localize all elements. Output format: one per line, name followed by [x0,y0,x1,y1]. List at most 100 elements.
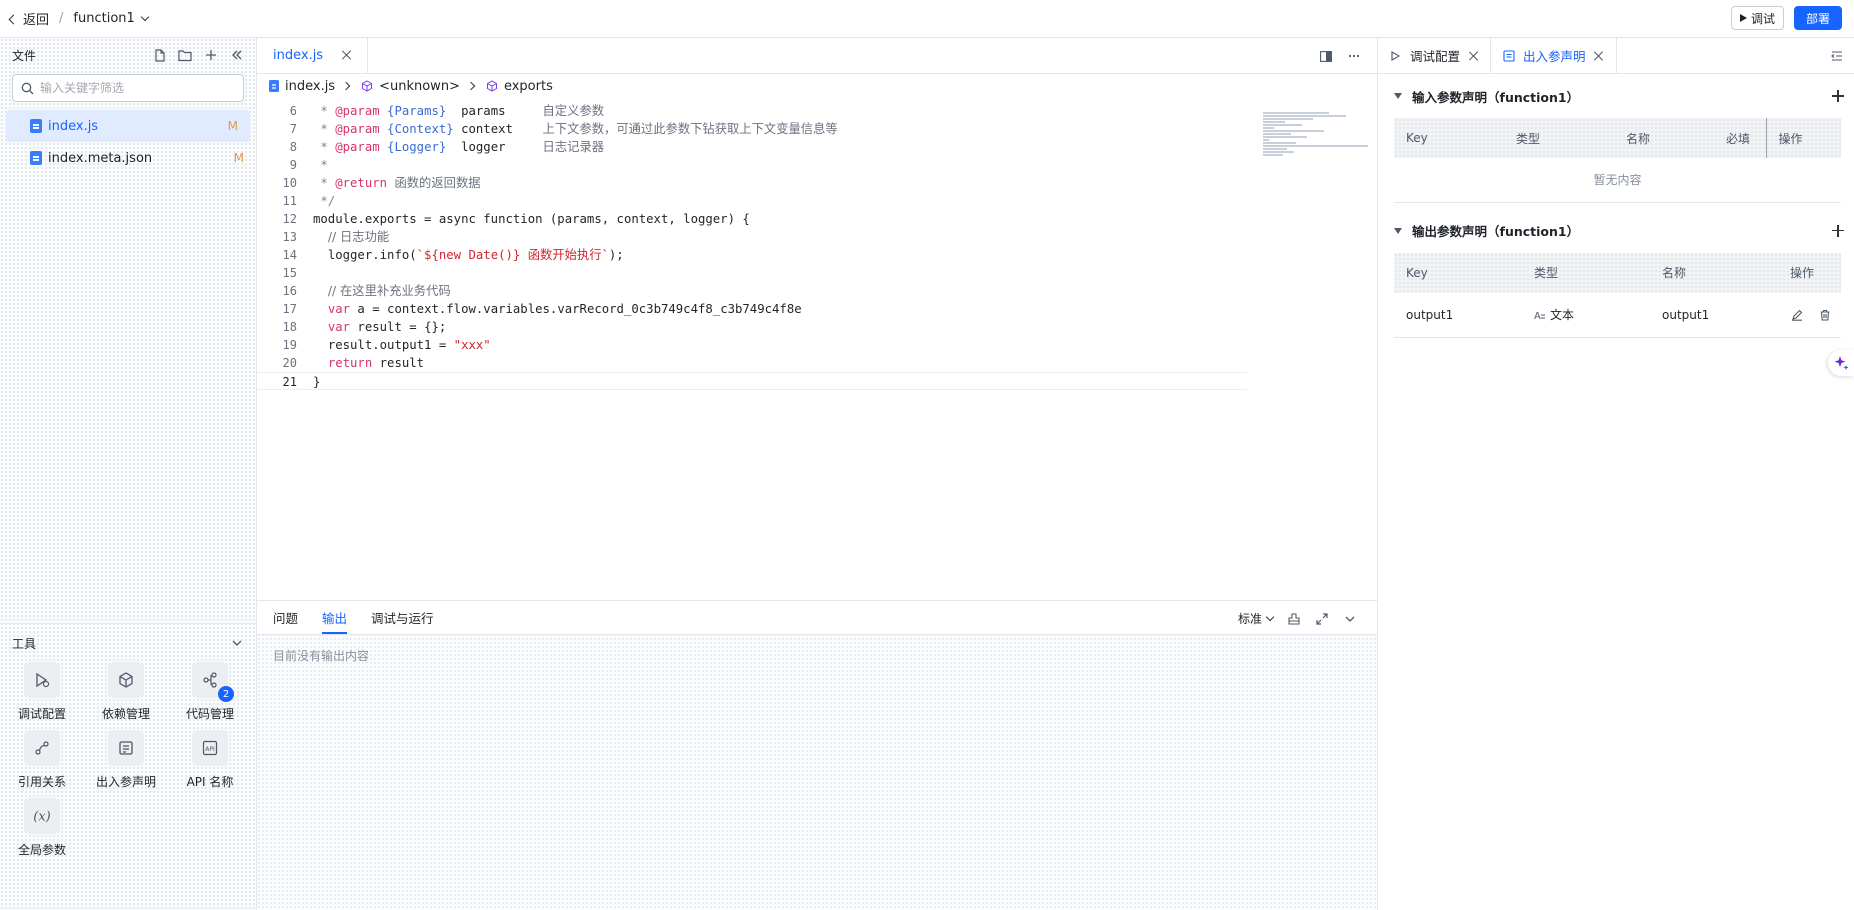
code-line-current: 21} [257,372,1247,390]
close-icon[interactable] [341,50,351,60]
chevron-down-icon[interactable] [230,636,244,650]
file-item-index-meta-json[interactable]: index.meta.json M [0,142,256,174]
output-params-section: 输出参数声明（function1） Key 类型 名称 操作 output1 A [1378,209,1854,338]
code-line: 14 logger.info(`${new Date()} 函数开始执行`); [282,248,624,262]
js-file-icon [269,80,279,92]
collapse-sidebar-icon[interactable] [230,48,244,62]
tool-api-name[interactable]: API API 名称 [168,730,252,790]
tool-label: 调试配置 [17,707,66,721]
split-editor-icon[interactable] [1319,49,1333,63]
package-icon [119,672,133,688]
tool-dependency-management[interactable]: 依赖管理 [84,662,168,722]
debug-button[interactable]: 调试 [1730,6,1784,30]
clear-output-icon[interactable] [1287,612,1301,626]
function-name: function1 [73,11,135,26]
api-icon: API [202,740,218,756]
output-params-title: 输出参数声明（function1） [1412,224,1580,239]
reference-icon [35,741,49,755]
sidebar-title: 文件 [12,48,37,63]
collapse-panel-icon[interactable] [1830,49,1844,63]
chevron-down-icon [1265,612,1275,622]
add-output-param-button[interactable] [1832,224,1844,237]
right-panel: 调试配置 出入参声明 输入参数声明（function1） Key 类型 名称 必… [1377,38,1854,910]
json-file-icon [30,151,42,165]
code-minimap[interactable] [1263,112,1373,172]
back-button[interactable]: 返回 [8,9,49,28]
code-line: 7 * @param {Context} context 上下文参数，可通过此参… [289,122,838,136]
file-search-input[interactable] [40,81,235,95]
tool-code-management[interactable]: 2 代码管理 [168,662,252,722]
column-header: 名称 [1662,266,1687,280]
code-line: 20 return result [282,356,425,370]
new-folder-icon[interactable] [178,48,192,62]
tab-debug-run[interactable]: 调试与运行 [371,601,434,634]
breadcrumb-separator: / [59,11,64,26]
log-level-select[interactable]: 标准 [1238,610,1275,627]
code-line: 13 // 日志功能 [282,230,390,244]
tool-label: 依赖管理 [101,707,150,721]
tool-global-params[interactable]: (x) 全局参数 [0,798,84,858]
function-selector[interactable]: function1 [73,11,150,26]
close-icon[interactable] [1468,51,1478,61]
file-item-index-js[interactable]: index.js M [6,110,250,142]
svg-text:A: A [1534,311,1541,321]
code-line: 6 * @param {Params} params 自定义参数 [289,104,605,118]
code-line: 11 */ [282,194,336,208]
breadcrumb-symbol[interactable]: <unknown> [379,79,460,94]
git-branch-icon [203,672,217,688]
chevron-down-icon[interactable] [1343,612,1357,626]
symbol-cube-icon [486,80,497,92]
delete-icon[interactable] [1818,308,1832,322]
tab-params-declaration[interactable]: 出入参声明 [1491,38,1617,73]
deploy-button[interactable]: 部署 [1793,6,1842,30]
editor-tab-index-js[interactable]: index.js [257,37,369,73]
tool-params-declaration[interactable]: 出入参声明 [84,730,168,790]
column-header: Key [1406,131,1428,145]
close-icon[interactable] [1594,51,1604,61]
debug-config-icon [1391,50,1401,61]
column-header: 必填 [1714,118,1767,158]
breadcrumb-symbol[interactable]: exports [504,79,553,94]
js-file-icon [30,119,42,133]
ai-assistant-button[interactable] [1828,350,1854,376]
output-empty-text: 目前没有输出内容 [273,649,370,663]
code-line: 10 * @return 函数的返回数据 [282,176,481,190]
caret-down-icon[interactable] [1394,93,1402,99]
new-file-icon[interactable] [152,48,166,62]
code-area[interactable]: 6 * @param {Params} params 自定义参数 7 * @pa… [257,102,1247,390]
code-line: 12 module.exports = async function (param… [282,212,750,226]
column-header: 操作 [1778,131,1803,146]
chevron-left-icon [8,14,19,24]
tool-label: 引用关系 [17,775,66,789]
breadcrumb-file[interactable]: index.js [285,79,335,94]
sparkle-icon [1834,356,1849,370]
file-search-box[interactable] [12,74,244,102]
input-params-title: 输入参数声明（function1） [1412,89,1580,105]
code-line: 19 result.output1 = "xxx" [282,338,491,352]
edit-icon[interactable] [1790,308,1804,322]
tool-label: API 名称 [186,775,234,789]
maximize-icon[interactable] [1315,612,1329,626]
output-params-table: Key 类型 名称 操作 output1 A 文本 output1 [1394,252,1841,338]
tab-debug-config[interactable]: 调试配置 [1378,38,1492,73]
code-line: 17 var a = context.flow.variables.varRec… [282,302,802,316]
add-input-param-button[interactable] [1832,90,1844,102]
code-line: 15 [282,266,297,280]
tab-output[interactable]: 输出 [322,601,348,634]
tool-label: 全局参数 [17,843,66,857]
file-name: index.js [48,118,99,134]
column-header: 类型 [1516,131,1541,146]
input-params-section: 输入参数声明（function1） Key 类型 名称 必填 操作 暂无内容 [1378,74,1854,203]
play-icon [1739,14,1747,22]
empty-state-text: 暂无内容 [1394,158,1841,203]
column-header: Key [1406,265,1428,280]
code-line: 8 * @param {Logger} logger 日志记录器 [289,140,605,154]
tool-references[interactable]: 引用关系 [0,730,84,790]
tab-problems[interactable]: 问题 [273,601,298,634]
code-editor: index.js index.js <unknown> exports 6 * … [257,37,1377,600]
add-icon[interactable] [204,48,218,62]
more-icon[interactable] [1347,49,1361,63]
modified-badge: M [233,151,244,165]
caret-down-icon[interactable] [1394,227,1402,234]
tool-debug-config[interactable]: 调试配置 [0,662,84,722]
